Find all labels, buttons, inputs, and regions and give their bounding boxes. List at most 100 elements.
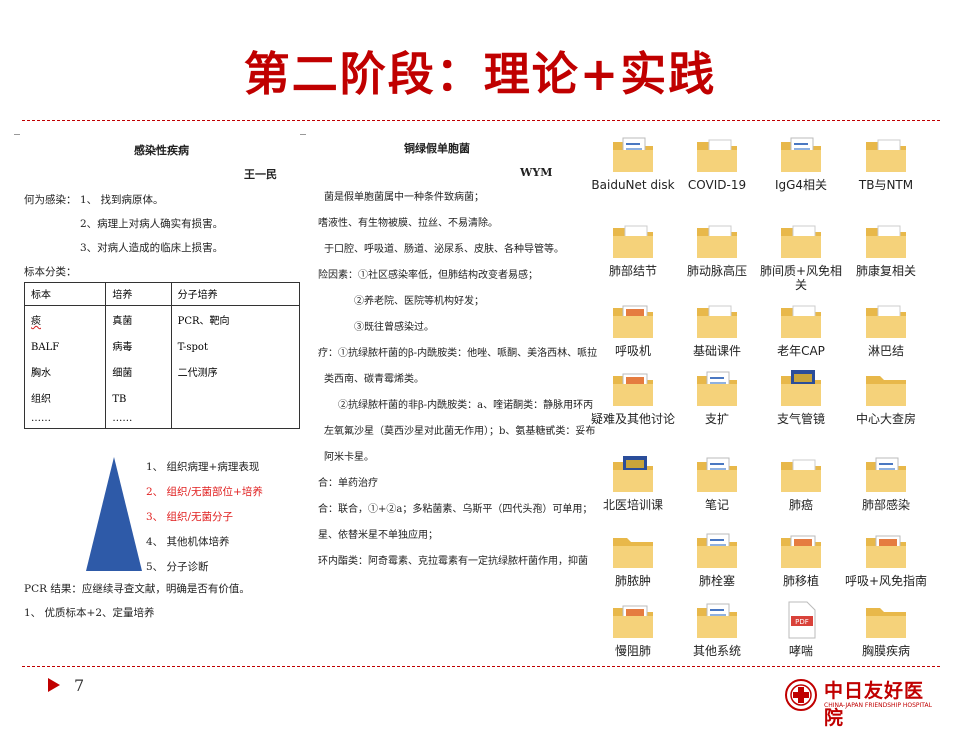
- folder-files-icon: [672, 368, 762, 408]
- folder-files-icon: [672, 530, 762, 570]
- folder-label: 肺动脉高压: [686, 264, 747, 278]
- cell-value: ……: [112, 413, 133, 424]
- folder-item[interactable]: 呼吸+风免指南: [841, 530, 931, 588]
- cell-value: 胸水: [31, 368, 51, 379]
- hospital-logo: 中日友好医院 CHINA-JAPAN FRIENDSHIP HOSPITAL: [784, 676, 934, 729]
- folder-item[interactable]: 北医培训课: [588, 454, 678, 512]
- cell-value: ……: [31, 413, 51, 424]
- folder-item[interactable]: PDF 基础课件: [672, 300, 762, 358]
- doc-line: 阿米卡星。: [324, 452, 374, 463]
- cell-value: 病毒: [112, 342, 133, 353]
- folder-label: 支气管镜: [776, 412, 825, 426]
- folder-slides-icon: [841, 530, 931, 570]
- folder-item[interactable]: PDF 肺癌: [756, 454, 846, 512]
- hospital-emblem-icon: [785, 679, 817, 711]
- folder-label: 北医培训课: [602, 498, 663, 512]
- folder-item[interactable]: 呼吸机: [588, 300, 678, 358]
- folder-label: IgG4相关: [774, 178, 828, 192]
- doc-line: ②养老院、医院等机构好发；: [354, 296, 484, 307]
- table-cell: PCR、靶向 T-spot 二代测序: [170, 305, 301, 429]
- svg-text:PDF: PDF: [795, 618, 809, 626]
- folder-item[interactable]: 疑难及其他讨论: [588, 368, 678, 426]
- table-header: 标本: [23, 282, 107, 306]
- folder-label: 疑难及其他讨论: [590, 412, 675, 426]
- slide-marker-icon: [48, 678, 60, 692]
- page-number: 7: [74, 676, 85, 695]
- table-cell: 痰 BALF 胸水 组织 ……: [23, 305, 107, 429]
- folder-item[interactable]: PDF COVID-19: [672, 134, 762, 192]
- folder-item[interactable]: 慢阻肺: [588, 600, 678, 658]
- folder-label: 胸膜疾病: [861, 644, 910, 658]
- folder-files-icon: [841, 454, 931, 494]
- pyramid-level-text: 4、 其他机体培养: [146, 536, 230, 548]
- folder-pdf-icon: PDF: [756, 454, 846, 494]
- folder-item[interactable]: 支气管镜: [756, 368, 846, 426]
- folder-files-icon: [672, 600, 762, 640]
- folder-label: 慢阻肺: [614, 644, 651, 658]
- folder-item[interactable]: 肺移植: [756, 530, 846, 588]
- top-divider: [22, 120, 940, 121]
- pcr-result-text: PCR 结果：应继续寻查文献，明确是否有价值。: [24, 583, 250, 595]
- doc-line: 类西南、碳青霉烯类。: [324, 374, 424, 385]
- cell-value: 真菌: [112, 316, 133, 327]
- folder-pdf-icon: PDF: [672, 134, 762, 174]
- doc-line: 菌是假单胞菌属中一种条件致病菌；: [324, 192, 484, 203]
- folder-item[interactable]: 笔记: [672, 454, 762, 512]
- folder-pdf-icon: PDF: [756, 300, 846, 340]
- cell-value: TB: [112, 394, 127, 405]
- folder-item[interactable]: PDF 肺间质+风免相关: [756, 220, 846, 292]
- folder-label: 支扩: [704, 412, 729, 426]
- folder-item[interactable]: 肺脓肿: [588, 530, 678, 588]
- folder-item[interactable]: 肺部感染: [841, 454, 931, 512]
- folder-slides-icon: [756, 530, 846, 570]
- pyramid-triangle: [86, 457, 142, 571]
- folder-item[interactable]: PDF 肺康复相关: [841, 220, 931, 278]
- folder-empty-icon: [588, 530, 678, 570]
- folder-slides-icon: [588, 300, 678, 340]
- folder-label: COVID-19: [687, 178, 747, 192]
- cell-value: T-spot: [177, 342, 208, 353]
- hospital-name-en: CHINA-JAPAN FRIENDSHIP HOSPITAL: [824, 702, 932, 709]
- pyramid-level-text: 3、 组织/无菌分子: [146, 511, 234, 523]
- folder-grid: BaiduNet diskPDFCOVID-19IgG4相关PDFTB与NTMP…: [588, 134, 948, 664]
- folder-slides-icon: [588, 600, 678, 640]
- folder-item[interactable]: IgG4相关: [756, 134, 846, 192]
- folder-item[interactable]: PDF 哮喘: [756, 600, 846, 658]
- infection-criterion: 3、对病人造成的临床上损害。: [80, 242, 224, 254]
- page-corner-mark: [14, 134, 20, 135]
- folder-item[interactable]: PDF 淋巴结: [841, 300, 931, 358]
- folder-item[interactable]: PDF 肺部结节: [588, 220, 678, 278]
- folder-label: 基础课件: [692, 344, 741, 358]
- folder-item[interactable]: 其他系统: [672, 600, 762, 658]
- diagnosis-pyramid: [86, 457, 142, 571]
- folder-item[interactable]: 胸膜疾病: [841, 600, 931, 658]
- doc-title: 铜绿假单胞菌: [404, 142, 470, 155]
- folder-label: 肺栓塞: [698, 574, 735, 588]
- folder-slides-icon: [588, 368, 678, 408]
- doc-line: ②抗绿脓杆菌的非β-内酰胺类：a、喹诺酮类：静脉用环丙: [338, 400, 594, 411]
- folder-item[interactable]: 中心大查房: [841, 368, 931, 426]
- folder-label: 肺间质+风免相关: [759, 264, 843, 292]
- folder-pdf-icon: PDF: [672, 220, 762, 260]
- folder-pdf-icon: PDF: [672, 300, 762, 340]
- folder-item[interactable]: PDF 老年CAP: [756, 300, 846, 358]
- doc-line: 左氧氟沙星（莫西沙星对此菌无作用）；b、氨基糖甙类：妥布: [324, 426, 596, 437]
- cell-value: 细菌: [112, 368, 133, 379]
- folder-item[interactable]: BaiduNet disk: [588, 134, 678, 192]
- folder-label: 呼吸+风免指南: [844, 574, 928, 588]
- bottom-divider: [22, 666, 940, 667]
- folder-label: 中心大查房: [855, 412, 916, 426]
- folder-pdf-icon: PDF: [588, 220, 678, 260]
- folder-label: 肺部感染: [861, 498, 910, 512]
- doc-line: 合：联合，①+②a；多粘菌素、乌斯平（四代头孢）可单用；: [318, 504, 593, 515]
- cell-value: 痰: [31, 316, 41, 327]
- cell-value: 组织: [31, 394, 51, 405]
- folder-files-icon: [756, 134, 846, 174]
- folder-item[interactable]: PDF TB与NTM: [841, 134, 931, 192]
- folder-book-icon: [588, 454, 678, 494]
- folder-item[interactable]: 支扩: [672, 368, 762, 426]
- folder-item[interactable]: PDF 肺动脉高压: [672, 220, 762, 278]
- folder-item[interactable]: 肺栓塞: [672, 530, 762, 588]
- doc-line: 险因素：①社区感染率低，但肺结构改变者易感；: [318, 270, 538, 281]
- slide-title: 第二阶段：理论+实践: [243, 47, 717, 101]
